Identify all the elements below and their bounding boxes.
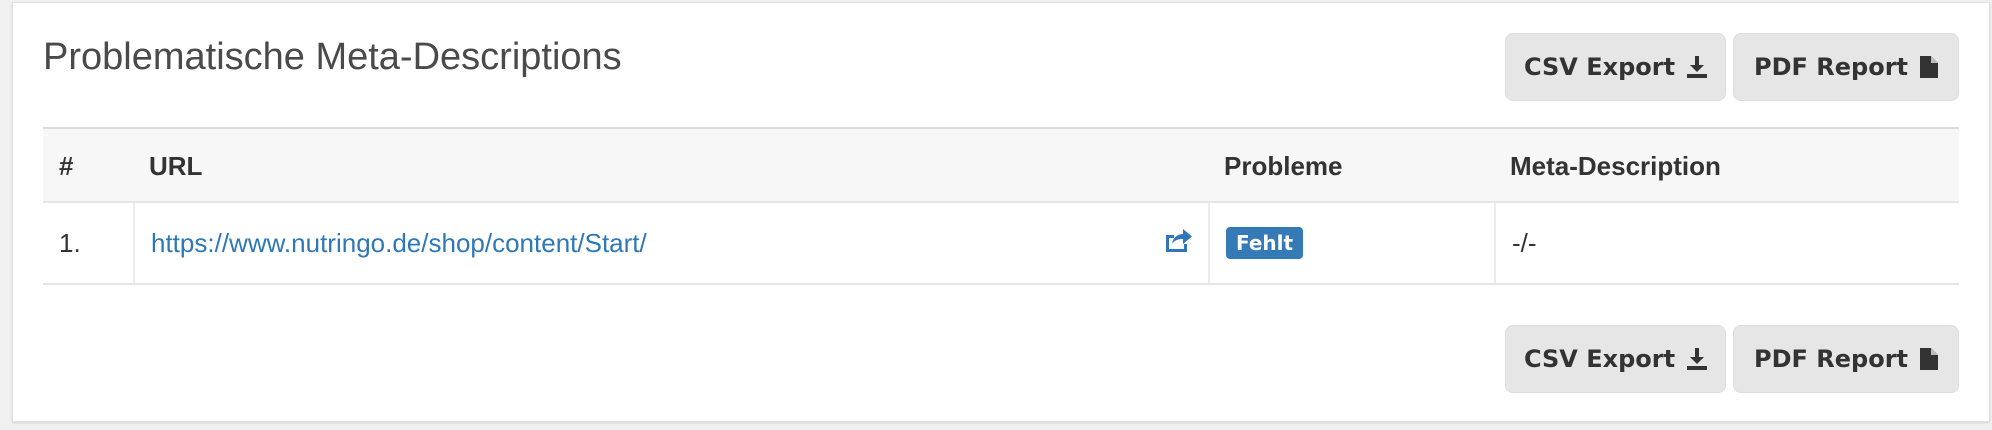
status-badge: Fehlt <box>1226 227 1304 259</box>
header-url: URL <box>149 151 203 181</box>
url-cell: https://www.nutringo.de/shop/content/Sta… <box>133 203 1208 283</box>
table-header: # URL Probleme Meta-Description <box>43 127 1959 203</box>
header-probleme: Probleme <box>1224 151 1343 181</box>
csv-export-label: CSV Export <box>1523 53 1676 81</box>
probleme-cell: Fehlt <box>1208 203 1494 283</box>
download-icon <box>1687 348 1708 370</box>
download-icon <box>1687 56 1708 78</box>
pdf-report-label: PDF Report <box>1754 53 1908 81</box>
pdf-report-button-top[interactable]: PDF Report <box>1733 33 1959 101</box>
csv-export-button-top[interactable]: CSV Export <box>1505 33 1726 101</box>
file-icon <box>1920 348 1938 370</box>
table-row: 1. https://www.nutringo.de/shop/content/… <box>43 203 1959 285</box>
csv-export-button-bottom[interactable]: CSV Export <box>1505 325 1726 393</box>
external-link-icon[interactable] <box>1162 227 1192 260</box>
row-number: 1. <box>59 227 81 258</box>
csv-export-label: CSV Export <box>1523 345 1676 373</box>
header-number: # <box>59 151 74 181</box>
url-link[interactable]: https://www.nutringo.de/shop/content/Sta… <box>151 228 647 259</box>
pdf-report-label: PDF Report <box>1754 345 1908 373</box>
page-title: Problematische Meta-Descriptions <box>43 36 622 78</box>
header-meta-description: Meta-Description <box>1510 151 1721 181</box>
pdf-report-button-bottom[interactable]: PDF Report <box>1733 325 1959 393</box>
meta-description-cell: -/- <box>1494 203 1959 283</box>
meta-descriptions-panel: Problematische Meta-Descriptions CSV Exp… <box>12 2 1990 422</box>
results-table: # URL Probleme Meta-Description 1. https… <box>43 127 1959 285</box>
file-icon <box>1920 56 1938 78</box>
